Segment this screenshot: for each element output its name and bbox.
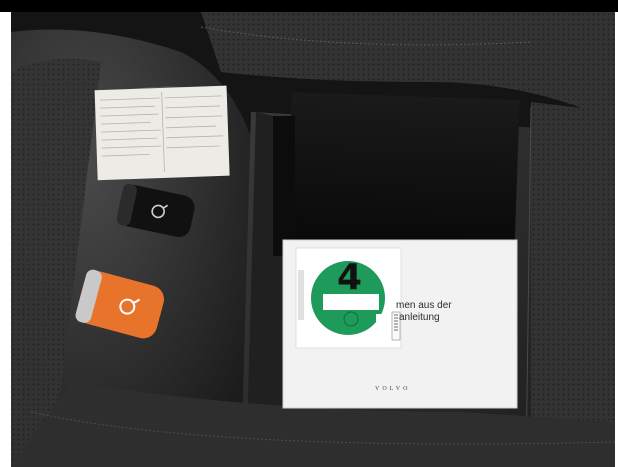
seat-scene — [11, 12, 615, 467]
black-document-folder — [273, 92, 520, 260]
top-border — [0, 0, 618, 12]
screenshot: 4 men aus der anleitung VOLVO — [0, 0, 618, 467]
paper-document — [94, 85, 230, 181]
sticker-number: 4 — [337, 257, 363, 298]
photo: 4 men aus der anleitung VOLVO — [11, 12, 615, 467]
manual-title-line-2: anleitung — [399, 312, 440, 323]
right-perforated-panel — [531, 102, 615, 467]
manual-title-line-1: men aus der — [396, 300, 452, 311]
manual-brand: VOLVO — [375, 386, 411, 392]
